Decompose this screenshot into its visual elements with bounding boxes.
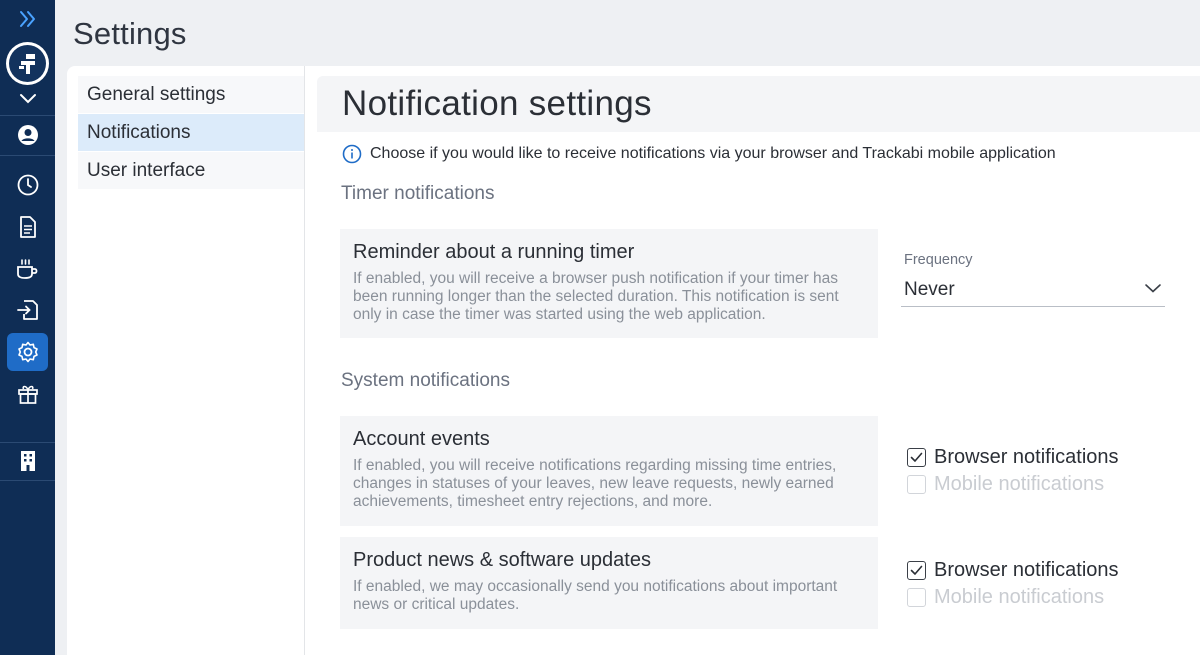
profile-icon[interactable] bbox=[7, 116, 48, 154]
document-icon[interactable] bbox=[7, 208, 48, 246]
account-browser-checkbox[interactable] bbox=[907, 448, 926, 467]
coffee-icon[interactable] bbox=[7, 250, 48, 288]
news-browser-checkbox[interactable] bbox=[907, 561, 926, 580]
account-events-description: If enabled, you will receive notificatio… bbox=[353, 457, 837, 510]
account-mobile-checkbox[interactable] bbox=[907, 475, 926, 494]
account-browser-option[interactable]: Browser notifications bbox=[907, 444, 1119, 471]
import-icon[interactable] bbox=[7, 291, 48, 329]
panel-divider bbox=[304, 66, 305, 655]
news-mobile-checkbox[interactable] bbox=[907, 588, 926, 607]
product-news-setting: Product news & software updates If enabl… bbox=[340, 537, 878, 629]
account-mobile-option[interactable]: Mobile notifications bbox=[907, 471, 1119, 498]
info-icon bbox=[342, 144, 362, 164]
app-logo[interactable] bbox=[6, 42, 49, 85]
info-text: Choose if you would like to receive noti… bbox=[370, 145, 1056, 162]
chevron-down-icon bbox=[1144, 281, 1162, 299]
account-mobile-label: Mobile notifications bbox=[934, 473, 1105, 495]
frequency-label: Frequency bbox=[904, 252, 973, 268]
rail-divider bbox=[0, 155, 55, 156]
reminder-setting: Reminder about a running timer If enable… bbox=[340, 229, 878, 338]
product-news-options: Browser notifications Mobile notificatio… bbox=[907, 557, 1119, 611]
reminder-title: Reminder about a running timer bbox=[353, 241, 635, 263]
news-mobile-option[interactable]: Mobile notifications bbox=[907, 584, 1119, 611]
panel-title: Notification settings bbox=[342, 84, 652, 123]
settings-icon[interactable] bbox=[7, 333, 48, 371]
timer-section-title: Timer notifications bbox=[341, 183, 495, 204]
subnav-item-general[interactable]: General settings bbox=[78, 76, 304, 114]
account-browser-label: Browser notifications bbox=[934, 446, 1119, 468]
account-events-options: Browser notifications Mobile notificatio… bbox=[907, 444, 1119, 498]
page-title: Settings bbox=[73, 16, 187, 51]
rail-divider bbox=[0, 480, 55, 481]
expand-icon[interactable] bbox=[7, 0, 48, 38]
news-browser-label: Browser notifications bbox=[934, 559, 1119, 581]
info-message: Choose if you would like to receive noti… bbox=[342, 144, 1056, 164]
product-news-description: If enabled, we may occasionally send you… bbox=[353, 578, 838, 613]
system-section-title: System notifications bbox=[341, 370, 510, 391]
product-news-title: Product news & software updates bbox=[353, 549, 651, 571]
gift-icon[interactable] bbox=[7, 375, 48, 413]
account-events-title: Account events bbox=[353, 428, 490, 450]
account-events-setting: Account events If enabled, you will rece… bbox=[340, 416, 878, 526]
app-sidebar bbox=[0, 0, 55, 655]
frequency-value: Never bbox=[904, 278, 955, 300]
settings-card: General settings Notifications User inte… bbox=[67, 66, 1200, 655]
panel-header: Notification settings bbox=[317, 76, 1200, 132]
reminder-description: If enabled, you will receive a browser p… bbox=[353, 270, 839, 323]
settings-subnav: General settings Notifications User inte… bbox=[78, 76, 304, 190]
building-icon[interactable] bbox=[7, 442, 48, 480]
subnav-item-user-interface[interactable]: User interface bbox=[78, 152, 304, 190]
news-browser-option[interactable]: Browser notifications bbox=[907, 557, 1119, 584]
news-mobile-label: Mobile notifications bbox=[934, 586, 1105, 608]
timer-icon[interactable] bbox=[7, 166, 48, 204]
subnav-item-notifications[interactable]: Notifications bbox=[78, 114, 304, 152]
chevron-down-icon[interactable] bbox=[7, 80, 48, 118]
frequency-select[interactable]: Never bbox=[901, 273, 1165, 307]
frequency-field: Frequency Never bbox=[901, 252, 1165, 307]
